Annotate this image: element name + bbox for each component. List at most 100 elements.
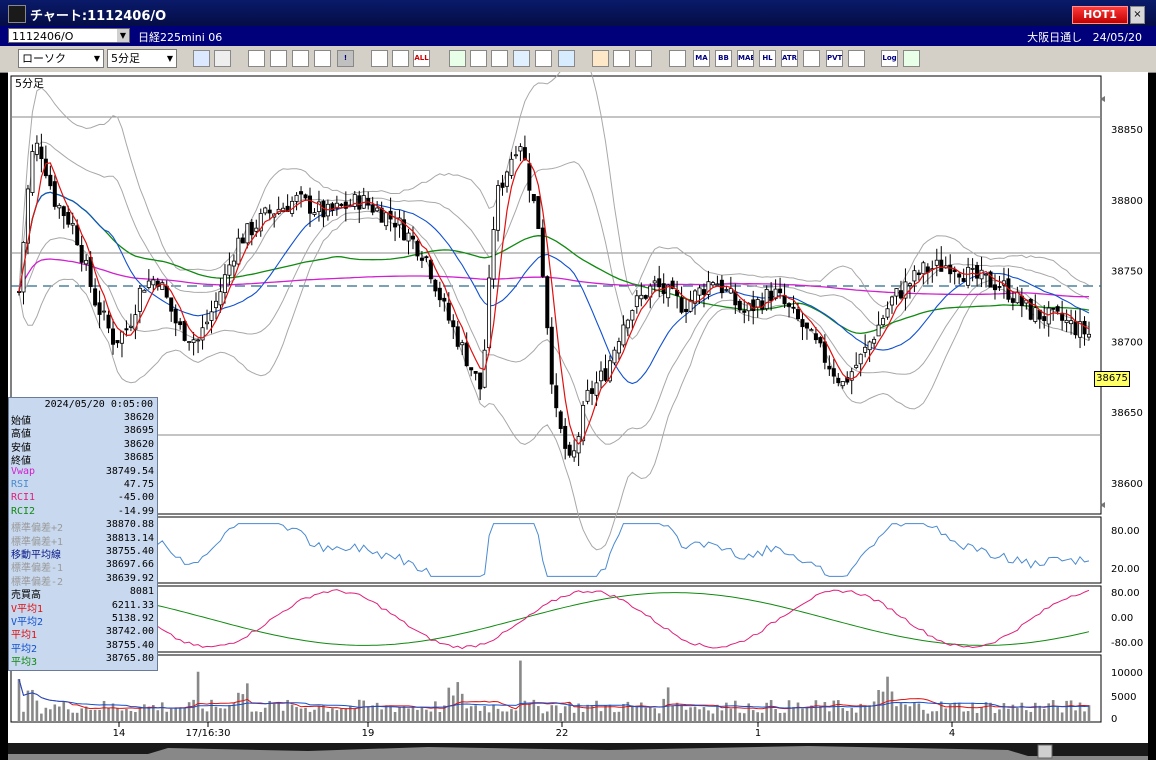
volume-bar bbox=[1083, 711, 1086, 722]
volume-bar bbox=[971, 702, 974, 722]
candle-body bbox=[79, 245, 84, 263]
wrench-icon[interactable] bbox=[613, 50, 630, 67]
volume-bar bbox=[357, 699, 361, 722]
cut-icon[interactable] bbox=[248, 50, 265, 67]
volume-bar bbox=[268, 700, 272, 722]
zoom-icon[interactable] bbox=[193, 50, 210, 67]
candle-body bbox=[178, 321, 183, 326]
chevron-down-icon[interactable]: ▼ bbox=[91, 50, 103, 67]
panel-row-value: 38639.92 bbox=[105, 572, 154, 584]
candle-body bbox=[52, 181, 57, 207]
candle-body bbox=[419, 257, 424, 261]
volume-bar bbox=[254, 711, 258, 722]
candle-body bbox=[567, 444, 572, 456]
trash-icon[interactable] bbox=[558, 50, 575, 67]
setting-icon[interactable] bbox=[592, 50, 609, 67]
volume-bar bbox=[545, 711, 549, 722]
volume-bar bbox=[322, 705, 325, 722]
close-button[interactable]: × bbox=[1130, 6, 1145, 24]
volume-bar bbox=[1069, 700, 1073, 722]
arrow-icon[interactable] bbox=[513, 50, 530, 67]
volume-bar bbox=[689, 707, 692, 722]
candle-body bbox=[715, 283, 720, 286]
symbol-code-select[interactable]: 1112406/O ▼ bbox=[8, 28, 130, 43]
list-icon[interactable] bbox=[535, 50, 552, 67]
candle-body bbox=[142, 289, 147, 293]
export-icon[interactable] bbox=[903, 50, 920, 67]
candle-body bbox=[187, 341, 192, 343]
candle-body bbox=[1010, 298, 1015, 303]
symbol-infobar: 日経225mini 06 大阪日通し 24/05/20 bbox=[0, 26, 1156, 46]
volume-bar bbox=[492, 704, 495, 722]
volume-bar bbox=[895, 706, 898, 722]
panel-row: V平均2 5138.92 bbox=[9, 613, 157, 628]
candle-body bbox=[263, 207, 268, 214]
period-value: 5分足 bbox=[111, 52, 140, 65]
pvt-icon[interactable]: PVT bbox=[826, 50, 843, 67]
chart-type-select[interactable]: ローソク ▼ bbox=[18, 49, 104, 68]
mae-icon[interactable]: MAE bbox=[737, 50, 754, 67]
volume-bar bbox=[384, 705, 388, 722]
pointer-icon[interactable] bbox=[491, 50, 508, 67]
candle-body bbox=[831, 368, 836, 377]
volume-bar bbox=[380, 709, 383, 722]
find-icon[interactable] bbox=[270, 50, 287, 67]
period-select[interactable]: 5分足 ▼ bbox=[107, 49, 177, 68]
volume-bar bbox=[201, 708, 204, 722]
pen-icon[interactable] bbox=[449, 50, 466, 67]
candle-body bbox=[339, 203, 344, 207]
palette-icon[interactable] bbox=[635, 50, 652, 67]
volume-bar bbox=[823, 702, 827, 722]
volume-bar bbox=[631, 705, 634, 722]
bb-icon[interactable]: BB bbox=[715, 50, 732, 67]
indicator-icon[interactable] bbox=[669, 50, 686, 67]
bar-icon[interactable] bbox=[292, 50, 309, 67]
panel-row-value: 38813.14 bbox=[105, 532, 154, 544]
volume-bar bbox=[510, 709, 513, 722]
volume-bar bbox=[792, 706, 795, 722]
volume-bar bbox=[371, 705, 374, 722]
cross-icon[interactable] bbox=[371, 50, 388, 67]
candle-body bbox=[240, 237, 245, 244]
warn-icon[interactable]: ! bbox=[337, 50, 354, 67]
atr-icon[interactable]: ATR bbox=[781, 50, 798, 67]
hl-icon[interactable]: HL bbox=[759, 50, 776, 67]
candle-body bbox=[1069, 320, 1074, 325]
volume-bar bbox=[438, 711, 442, 722]
chevron-down-icon[interactable]: ▼ bbox=[117, 29, 129, 42]
volume-bar bbox=[80, 708, 83, 722]
candle-body bbox=[563, 425, 568, 449]
line-icon[interactable] bbox=[470, 50, 487, 67]
volume-bar bbox=[35, 700, 39, 722]
candle-body bbox=[590, 388, 595, 394]
grid-icon[interactable] bbox=[803, 50, 820, 67]
candle-body bbox=[128, 325, 133, 328]
chart-canvas[interactable]: 38850 38800 38750 38700 38650 38600 5分足 80.00 20… bbox=[8, 72, 1148, 760]
log-icon[interactable]: Log bbox=[881, 50, 898, 67]
layout-icon[interactable] bbox=[214, 50, 231, 67]
candle-body bbox=[410, 235, 415, 240]
all-icon[interactable]: ALL bbox=[413, 50, 430, 67]
box-icon[interactable] bbox=[848, 50, 865, 67]
hot1-badge[interactable]: HOT1 bbox=[1072, 6, 1128, 24]
candle-body bbox=[299, 191, 304, 195]
volume-bar bbox=[595, 700, 598, 722]
candle-body bbox=[818, 337, 823, 344]
chart-area[interactable]: 38850 38800 38750 38700 38650 38600 5分足 80.00 20… bbox=[8, 72, 1148, 760]
ma-icon[interactable]: MA bbox=[693, 50, 710, 67]
chevron-down-icon[interactable]: ▼ bbox=[164, 50, 176, 67]
volume-bar bbox=[420, 706, 424, 722]
candle-body bbox=[764, 289, 769, 310]
candle-body bbox=[858, 353, 863, 365]
candle-body bbox=[357, 195, 362, 210]
volume-bar bbox=[872, 701, 876, 722]
cross2-icon[interactable] bbox=[392, 50, 409, 67]
volume-bar bbox=[57, 706, 61, 722]
candle-body bbox=[630, 310, 635, 321]
panel-row-value: -45.00 bbox=[117, 492, 154, 504]
candle-body bbox=[881, 318, 886, 326]
volume-bar bbox=[259, 712, 263, 722]
sign-icon[interactable] bbox=[314, 50, 331, 67]
volume-bar bbox=[796, 702, 800, 722]
volume-bar bbox=[993, 713, 997, 722]
